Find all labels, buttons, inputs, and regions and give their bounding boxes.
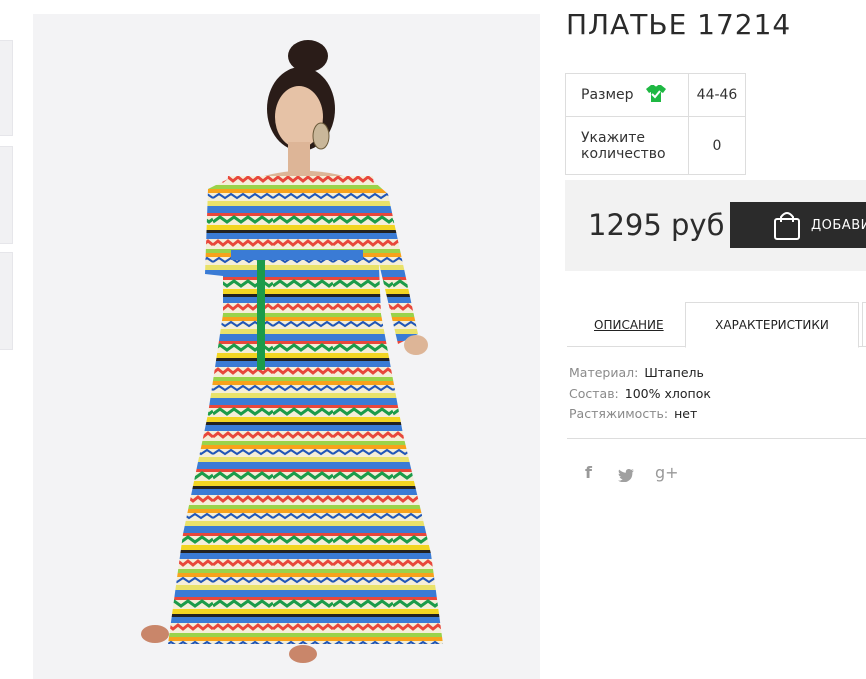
tab-next-edge: [862, 302, 866, 347]
spec-row-material: Материал: Штапель: [569, 365, 711, 386]
price-panel: 1295 руб ДОБАВИТЬ: [565, 180, 866, 271]
thumbnail-2[interactable]: [0, 146, 13, 244]
spec-value: нет: [674, 406, 698, 421]
facebook-icon[interactable]: f: [585, 463, 592, 482]
spec-key: Состав:: [569, 385, 619, 401]
add-to-cart-label: ДОБАВИТЬ: [811, 218, 866, 233]
options-table: Размер 44-46 Укажите количество 0: [565, 73, 746, 175]
size-value[interactable]: 44-46: [688, 73, 746, 117]
tab-description[interactable]: ОПИСАНИЕ: [594, 318, 664, 332]
size-cell: Размер: [565, 73, 689, 117]
spec-value: 100% хлопок: [624, 385, 711, 401]
shopping-bag-icon: [773, 210, 801, 243]
dress-illustration: [141, 40, 443, 663]
spec-row-stretch: Растяжимость: нет: [569, 406, 711, 427]
quantity-label-line2: количество: [581, 145, 666, 162]
spec-key: Растяжимость:: [569, 406, 669, 421]
spec-value: Штапель: [644, 365, 704, 380]
specs-divider: [567, 438, 866, 439]
quantity-label-line1: Укажите: [581, 129, 646, 146]
quantity-cell: Укажите количество: [565, 116, 689, 175]
twitter-icon[interactable]: [618, 467, 634, 486]
thumbnail-1[interactable]: [0, 40, 13, 136]
spec-row-composition: Состав: 100% хлопок: [569, 386, 711, 407]
price: 1295 руб: [588, 208, 725, 242]
add-to-cart-button[interactable]: ДОБАВИТЬ: [730, 202, 866, 248]
quantity-input[interactable]: 0: [688, 116, 746, 175]
product-image[interactable]: [33, 14, 540, 679]
google-plus-icon[interactable]: g+: [655, 463, 679, 482]
size-label: Размер: [581, 87, 634, 103]
tab-characteristics[interactable]: ХАРАКТЕРИСТИКИ: [685, 302, 859, 348]
product-tabs: ОПИСАНИЕ ХАРАКТЕРИСТИКИ: [567, 302, 866, 348]
thumbnail-3[interactable]: [0, 252, 13, 350]
specs-list: Материал: Штапель Состав: 100% хлопок Раст…: [569, 365, 711, 427]
tshirt-icon[interactable]: [645, 84, 666, 106]
product-title: ПЛАТЬЕ 17214: [566, 8, 792, 41]
spec-key: Материал:: [569, 365, 639, 380]
